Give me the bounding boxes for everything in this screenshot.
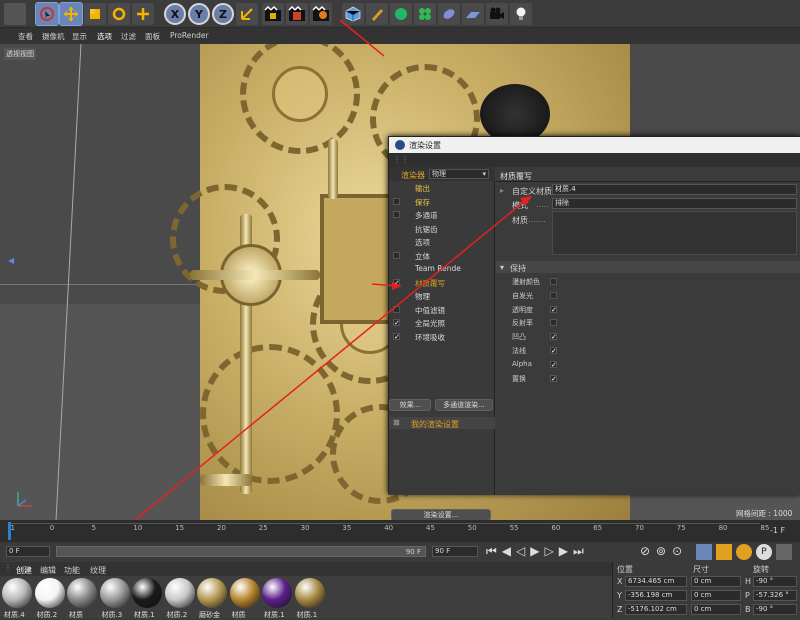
material-label: 材质.4 xyxy=(4,611,25,619)
transport-bar: 0 F 90 F 90 F ⏮◀◁▶▷▶⏭ ⊘⊚⊙ P xyxy=(0,542,800,562)
timeline-end-label: -1 F xyxy=(770,526,786,535)
position-field[interactable]: 6734.465 cm xyxy=(625,576,687,587)
grip-icon: ⋮ xyxy=(4,563,12,572)
arrow-head xyxy=(520,196,532,206)
grid-key-icon[interactable] xyxy=(776,544,792,560)
timeline-tick: 10 xyxy=(133,524,143,532)
material-label: 材质.1 xyxy=(296,611,318,619)
material-swatch[interactable] xyxy=(197,578,227,608)
timeline-ruler[interactable]: -1051015202530354045505560657075808590 -… xyxy=(0,520,800,542)
material-label: 材质 xyxy=(231,611,246,619)
timeline-tick: 25 xyxy=(258,524,268,532)
material-swatch[interactable] xyxy=(294,578,325,608)
material-swatch[interactable] xyxy=(34,578,65,608)
material-swatch[interactable] xyxy=(99,578,130,608)
material-label: 磨砂金 xyxy=(199,611,220,619)
material-label: 材质 xyxy=(69,611,83,619)
keyframe-controls[interactable]: ⊘⊚⊙ xyxy=(640,544,688,558)
position-header: 位置 xyxy=(617,565,633,574)
menu-function[interactable]: 功能 xyxy=(64,565,80,576)
rotation-axis-label: B xyxy=(745,605,751,614)
material-swatch[interactable] xyxy=(132,578,162,608)
rotation-header: 旋转 xyxy=(753,565,769,574)
playback-controls[interactable]: ⏮◀◁▶▷▶⏭ xyxy=(486,544,589,559)
menu-edit[interactable]: 编辑 xyxy=(40,565,56,576)
rotation-field[interactable]: -90 ° xyxy=(753,604,797,615)
menu-create[interactable]: 创建 xyxy=(16,565,32,576)
rotation-axis-label: H xyxy=(745,577,752,586)
size-field[interactable]: 0 cm xyxy=(691,604,741,615)
timeline-tick: 60 xyxy=(551,524,561,532)
timeline-tick: 15 xyxy=(175,524,185,532)
material-swatch[interactable] xyxy=(2,578,32,608)
material-label: 材质.3 xyxy=(101,611,123,619)
menu-texture[interactable]: 纹理 xyxy=(90,565,106,576)
scale-key-icon[interactable] xyxy=(716,544,732,560)
size-field[interactable]: 0 cm xyxy=(691,576,741,587)
rotation-field[interactable]: -57.326 ° xyxy=(753,590,797,601)
timeline-tick: 30 xyxy=(300,524,310,532)
range-end-label: 90 F xyxy=(405,548,421,556)
timeline-tick: 50 xyxy=(467,524,477,532)
size-header: 尺寸 xyxy=(693,565,709,574)
timeline-tick: 5 xyxy=(91,524,97,532)
axis-label: X xyxy=(617,577,623,586)
param-key-icon[interactable]: P xyxy=(756,544,772,560)
start-frame-field[interactable]: 0 F xyxy=(6,546,50,557)
arrow-line xyxy=(339,19,385,57)
timeline-tick: 40 xyxy=(384,524,394,532)
material-swatch[interactable] xyxy=(164,578,195,608)
material-browser: 材质.4 材质.2 材质 材质.3 材质.1 材质.2 磨砂金 材质 材质.1 材质.1 xyxy=(0,576,612,619)
material-menu-bar: ⋮ 创建 编辑 功能 纹理 xyxy=(0,562,612,576)
position-field[interactable]: -5176.102 cm xyxy=(625,604,687,615)
rotation-field[interactable]: -90 ° xyxy=(753,576,797,587)
move-key-icon[interactable] xyxy=(696,544,712,560)
timeline-tick: 75 xyxy=(676,524,686,532)
material-swatch[interactable] xyxy=(67,578,97,608)
material-label: 材质.1 xyxy=(264,611,285,619)
arrow-head xyxy=(392,282,402,290)
material-label: 材质.2 xyxy=(166,611,188,619)
coordinates-panel: 位置 尺寸 旋转 X 6734.465 cm 0 cm H -90 ° Y -356.198… xyxy=(612,562,800,618)
timeline-tick: 20 xyxy=(217,524,226,532)
timeline-tick: 0 xyxy=(49,524,55,532)
material-swatch[interactable] xyxy=(262,578,292,608)
timeline-tick: 80 xyxy=(718,524,728,532)
size-field[interactable]: 0 cm xyxy=(691,590,741,601)
rotation-axis-label: P xyxy=(745,591,750,600)
position-field[interactable]: -356.198 cm xyxy=(625,590,687,601)
timeline-tick: 45 xyxy=(426,524,435,532)
material-label: 材质.1 xyxy=(134,611,155,619)
playhead[interactable] xyxy=(8,522,11,540)
timeline-tick: 85 xyxy=(760,524,770,532)
range-slider[interactable]: 90 F xyxy=(56,546,426,557)
rotate-key-icon[interactable] xyxy=(736,544,752,560)
timeline-tick: 35 xyxy=(342,524,352,532)
timeline-tick: 70 xyxy=(635,524,644,532)
material-label: 材质.2 xyxy=(36,611,58,619)
axis-label: Y xyxy=(617,591,622,600)
axis-label: Z xyxy=(617,605,623,614)
material-swatch[interactable] xyxy=(229,578,260,608)
timeline-tick: 55 xyxy=(509,524,519,532)
end-frame-field[interactable]: 90 F xyxy=(432,546,478,557)
timeline-tick: 65 xyxy=(593,524,603,532)
